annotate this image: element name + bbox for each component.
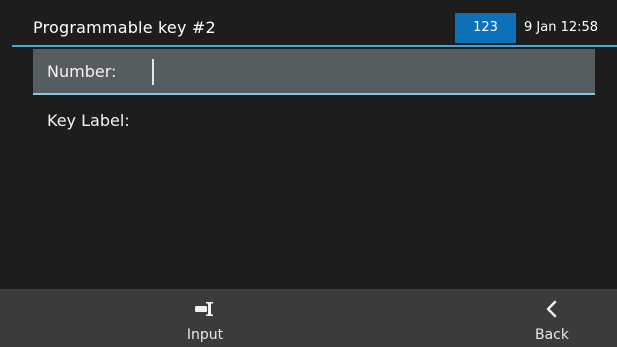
back-softkey[interactable]: Back — [522, 289, 582, 347]
chevron-left-icon — [546, 300, 557, 318]
input-softkey-label: Input — [186, 327, 224, 343]
softkey-bar: Input Back — [0, 289, 617, 347]
number-label: Number: — [47, 62, 117, 81]
number-field-underline — [33, 93, 595, 95]
input-mode-badge: 123 — [455, 13, 516, 43]
input-softkey[interactable]: Input — [165, 289, 245, 347]
header-divider — [12, 45, 617, 47]
back-softkey-label: Back — [535, 327, 569, 343]
date-time: 9 Jan 12:58 — [524, 20, 599, 35]
page-title: Programmable key #2 — [33, 18, 216, 37]
phone-screen: Programmable key #2 123 9 Jan 12:58 Numb… — [0, 0, 617, 347]
key-label-field[interactable]: Key Label: — [33, 98, 595, 143]
key-label-label: Key Label: — [47, 111, 130, 130]
text-cursor — [152, 59, 154, 85]
number-field[interactable]: Number: — [33, 49, 595, 94]
keyboard-input-icon — [195, 302, 213, 316]
header-bar: Programmable key #2 123 9 Jan 12:58 — [0, 0, 617, 45]
